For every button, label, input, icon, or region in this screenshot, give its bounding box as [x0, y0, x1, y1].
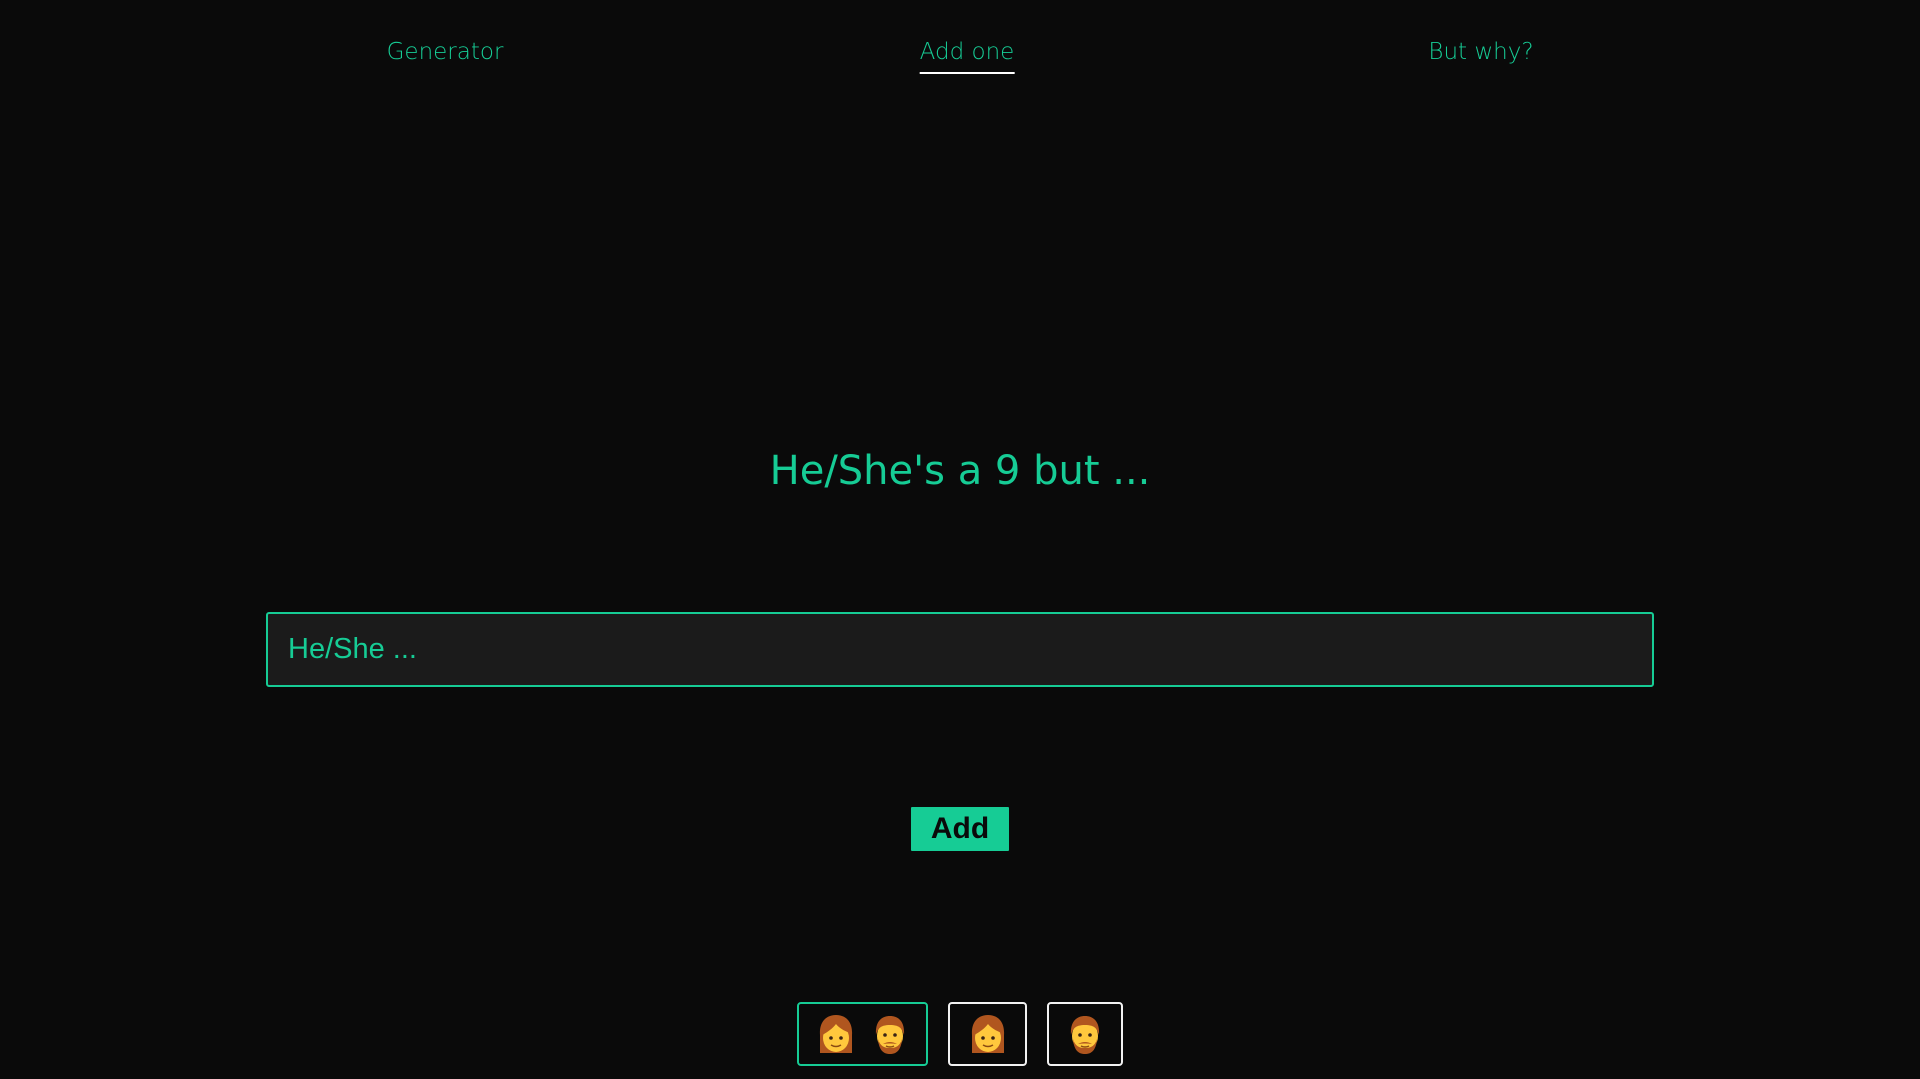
add-button[interactable]: Add: [911, 807, 1009, 851]
phrase-input[interactable]: [266, 612, 1654, 687]
man-icon: [1070, 1016, 1100, 1054]
gender-option-female[interactable]: [948, 1002, 1027, 1066]
woman-icon: [819, 1015, 852, 1053]
gender-option-both[interactable]: [797, 1002, 928, 1066]
nav-link-but-why[interactable]: But why?: [1428, 34, 1533, 72]
page: Generator Add one But why? He/She's a 9 …: [0, 0, 1920, 1079]
woman-icon: [971, 1015, 1004, 1053]
page-title: He/She's a 9 but ...: [769, 448, 1151, 494]
nav-link-generator[interactable]: Generator: [387, 34, 504, 72]
man-icon: [875, 1016, 904, 1054]
nav-link-add-one[interactable]: Add one: [919, 34, 1015, 74]
gender-option-male[interactable]: [1047, 1002, 1123, 1066]
